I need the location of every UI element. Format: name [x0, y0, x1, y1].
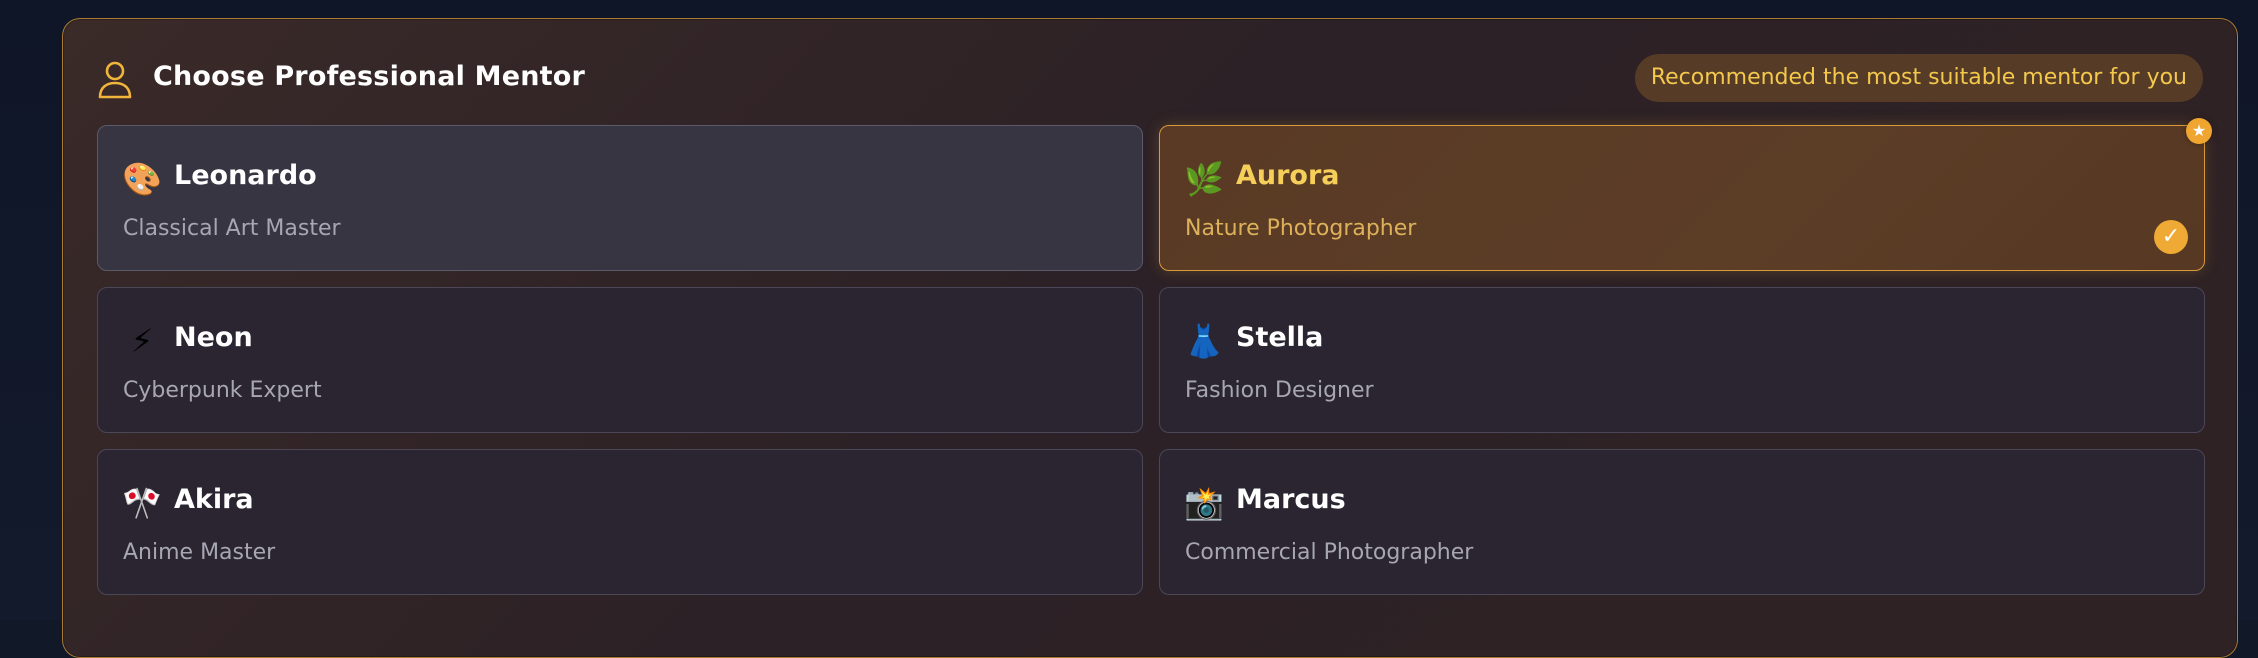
- selected-check-icon: ✓: [2154, 220, 2188, 254]
- mentor-card-aurora[interactable]: 🌿 Aurora Nature Photographer ✓ ★: [1159, 125, 2205, 271]
- mentor-name: Leonardo: [174, 160, 317, 191]
- mentor-role: Classical Art Master: [123, 216, 341, 241]
- mentor-role: Cyberpunk Expert: [123, 378, 322, 403]
- camera-flash-icon: 📸: [1184, 483, 1224, 523]
- dress-icon: 👗: [1184, 321, 1224, 361]
- mentor-name: Neon: [174, 322, 253, 353]
- user-icon: [97, 60, 133, 100]
- recommendation-badge: Recommended the most suitable mentor for…: [1635, 54, 2203, 102]
- mentor-role: Commercial Photographer: [1185, 540, 1473, 565]
- mentor-card-leonardo[interactable]: 🎨 Leonardo Classical Art Master: [97, 125, 1143, 271]
- mentor-selection-panel: Choose Professional Mentor Recommended t…: [62, 18, 2238, 658]
- mentor-name: Marcus: [1236, 484, 1346, 515]
- mentor-role: Nature Photographer: [1185, 216, 1416, 241]
- mentor-card-neon[interactable]: ⚡ Neon Cyberpunk Expert: [97, 287, 1143, 433]
- mentor-card-stella[interactable]: 👗 Stella Fashion Designer: [1159, 287, 2205, 433]
- mentor-role: Anime Master: [123, 540, 275, 565]
- mentor-name: Akira: [174, 484, 254, 515]
- lightning-icon: ⚡: [122, 321, 162, 361]
- mentor-role: Fashion Designer: [1185, 378, 1374, 403]
- mentor-card-akira[interactable]: 🎌 Akira Anime Master: [97, 449, 1143, 595]
- mentor-name: Stella: [1236, 322, 1323, 353]
- mentor-name: Aurora: [1236, 160, 1340, 191]
- recommended-star-icon: ★: [2186, 118, 2212, 144]
- crossed-flags-icon: 🎌: [122, 483, 162, 523]
- mentor-grid: 🎨 Leonardo Classical Art Master 🌿 Aurora…: [97, 125, 2205, 595]
- panel-header: Choose Professional Mentor Recommended t…: [97, 53, 2203, 109]
- palette-icon: 🎨: [122, 159, 162, 199]
- herb-icon: 🌿: [1184, 159, 1224, 199]
- mentor-card-marcus[interactable]: 📸 Marcus Commercial Photographer: [1159, 449, 2205, 595]
- panel-title: Choose Professional Mentor: [153, 61, 585, 92]
